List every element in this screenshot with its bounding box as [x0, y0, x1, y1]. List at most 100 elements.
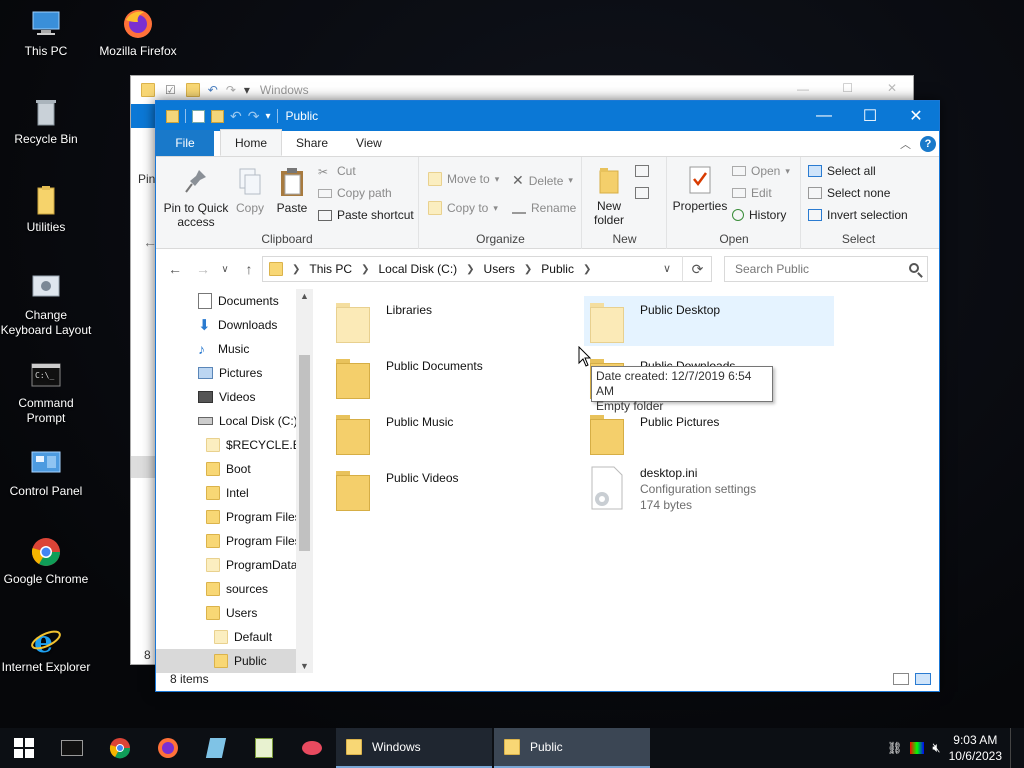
- show-desktop-button[interactable]: [1010, 728, 1014, 768]
- new-item-icon[interactable]: [635, 165, 649, 177]
- copy-button[interactable]: Copy: [232, 167, 268, 215]
- desktop-icon-change-keyboard-layout[interactable]: Change Keyboard Layout: [0, 272, 92, 338]
- maximize-icon[interactable]: ☐: [842, 81, 853, 95]
- nav-item-pictures[interactable]: Pictures: [198, 361, 262, 385]
- redo-icon[interactable]: ↷: [248, 108, 260, 125]
- desktop-icon-control-panel[interactable]: Control Panel: [0, 448, 92, 499]
- start-button[interactable]: [0, 728, 48, 768]
- close-icon[interactable]: ✕: [887, 81, 897, 95]
- select-none-button[interactable]: Select none: [808, 186, 890, 200]
- taskbar-window-public[interactable]: Public: [494, 728, 650, 768]
- nav-item-music[interactable]: ♪ Music: [198, 337, 249, 361]
- file-item-libraries[interactable]: Libraries: [336, 297, 432, 349]
- rename-button[interactable]: Rename: [512, 201, 576, 215]
- nav-item-downloads[interactable]: ⬇ Downloads: [198, 313, 277, 337]
- up-button[interactable]: ↑: [236, 249, 262, 289]
- volume-muted-icon[interactable]: 🔇︎: [932, 740, 940, 756]
- nav-item-documents[interactable]: Documents: [198, 289, 279, 313]
- tab-file[interactable]: File: [156, 130, 214, 156]
- nav-item-program-files[interactable]: Program Files: [206, 505, 301, 529]
- minimize-button[interactable]: —: [801, 101, 847, 131]
- properties-check-icon[interactable]: [192, 109, 205, 123]
- undo-icon[interactable]: ↶: [230, 108, 242, 125]
- new-folder-icon[interactable]: [211, 109, 224, 123]
- breadcrumb-local-disk[interactable]: Local Disk (C:) ❯: [378, 262, 483, 276]
- back-button[interactable]: ←: [162, 249, 188, 289]
- search-input[interactable]: Search Public: [724, 256, 928, 282]
- address-bar[interactable]: ❯ This PC ❯ Local Disk (C:) ❯ Users ❯ Publi…: [262, 256, 712, 282]
- forward-button[interactable]: →: [190, 249, 216, 289]
- address-dropdown-icon[interactable]: ∨: [663, 262, 671, 275]
- close-button[interactable]: ✕: [893, 101, 939, 131]
- explorer-window[interactable]: ↶ ↷ ▾ Public — ☐ ✕ File Home Share View …: [155, 100, 940, 692]
- nav-item-default[interactable]: Default: [214, 625, 272, 649]
- edit-button[interactable]: Edit: [732, 186, 772, 200]
- refresh-button[interactable]: ⟳: [682, 256, 712, 282]
- nav-item-program-files-x86[interactable]: Program Files: [206, 529, 301, 553]
- taskbar-app-6[interactable]: [288, 728, 336, 768]
- delete-button[interactable]: ✕ Delete ▾: [512, 172, 573, 189]
- tab-home[interactable]: Home: [220, 129, 283, 156]
- paste-button[interactable]: Paste: [272, 167, 312, 215]
- easy-access-icon[interactable]: [635, 187, 649, 199]
- titlebar[interactable]: ↶ ↷ ▾ Public — ☐ ✕: [156, 101, 939, 131]
- collapse-ribbon-icon[interactable]: ︿: [900, 136, 911, 152]
- taskbar-window-windows[interactable]: Windows: [336, 728, 492, 768]
- taskbar-firefox[interactable]: [144, 728, 192, 768]
- breadcrumb-public[interactable]: Public ❯: [541, 262, 600, 276]
- copy-path-button[interactable]: Copy path: [318, 186, 392, 200]
- desktop-icon-recycle-bin[interactable]: Recycle Bin: [0, 96, 92, 147]
- breadcrumb-this-pc[interactable]: This PC ❯: [309, 262, 378, 276]
- scrollbar-thumb[interactable]: [299, 355, 310, 551]
- file-item-public-videos[interactable]: Public Videos: [336, 465, 459, 517]
- paste-shortcut-button[interactable]: Paste shortcut: [318, 208, 414, 222]
- file-item-public-pictures[interactable]: Public Pictures: [590, 409, 719, 461]
- help-icon[interactable]: ?: [920, 136, 936, 152]
- open-button[interactable]: Open ▾: [732, 164, 790, 178]
- file-item-public-documents[interactable]: Public Documents: [336, 353, 483, 405]
- taskbar-app-4[interactable]: [192, 728, 240, 768]
- nav-item-local-disk[interactable]: Local Disk (C:): [198, 409, 298, 433]
- select-all-button[interactable]: Select all: [808, 164, 876, 178]
- desktop-icon-this-pc[interactable]: This PC: [0, 8, 92, 59]
- tab-view[interactable]: View: [342, 130, 396, 156]
- nav-item-intel[interactable]: Intel: [206, 481, 249, 505]
- history-button[interactable]: History: [732, 208, 786, 222]
- file-item-public-desktop[interactable]: Public Desktop: [590, 297, 720, 349]
- copy-to-button[interactable]: Copy to ▾: [428, 201, 498, 215]
- clock[interactable]: 9:03 AM 10/6/2023: [949, 732, 1002, 764]
- network-icon[interactable]: ⛓: [887, 741, 902, 755]
- taskbar-command-prompt[interactable]: [48, 728, 96, 768]
- nav-item-videos[interactable]: Videos: [198, 385, 255, 409]
- tab-share[interactable]: Share: [282, 130, 342, 156]
- breadcrumb-users[interactable]: Users ❯: [484, 262, 542, 276]
- desktop-icon-firefox[interactable]: Mozilla Firefox: [92, 8, 184, 59]
- taskbar-app-5[interactable]: [240, 728, 288, 768]
- invert-selection-button[interactable]: Invert selection: [808, 208, 908, 222]
- nav-item-programdata[interactable]: ProgramData: [206, 553, 297, 577]
- properties-button[interactable]: Properties: [670, 165, 730, 213]
- maximize-button[interactable]: ☐: [847, 101, 893, 131]
- minimize-icon[interactable]: —: [797, 82, 809, 96]
- details-view-icon[interactable]: [893, 673, 909, 685]
- desktop-icon-utilities[interactable]: Utilities: [0, 184, 92, 235]
- scroll-up-icon[interactable]: ▲: [300, 291, 309, 301]
- desktop-icon-chrome[interactable]: Google Chrome: [0, 536, 92, 587]
- customize-dropdown-icon[interactable]: ▾: [265, 111, 270, 122]
- nav-item-users[interactable]: Users: [206, 601, 257, 625]
- large-icons-view-icon[interactable]: [915, 673, 931, 685]
- cut-button[interactable]: ✂ Cut: [318, 164, 356, 179]
- taskbar-chrome[interactable]: [96, 728, 144, 768]
- new-folder-button[interactable]: New folder: [589, 165, 629, 227]
- file-item-public-music[interactable]: Public Music: [336, 409, 453, 461]
- recent-locations-button[interactable]: ∨: [216, 249, 234, 289]
- nav-item-boot[interactable]: Boot: [206, 457, 251, 481]
- nav-item-sources[interactable]: sources: [206, 577, 268, 601]
- pin-to-quick-access-button[interactable]: Pin to Quick access: [162, 167, 230, 229]
- move-to-button[interactable]: Move to ▾: [428, 172, 499, 186]
- desktop-icon-internet-explorer[interactable]: e Internet Explorer: [0, 624, 92, 675]
- nav-scrollbar[interactable]: ▲ ▼: [296, 289, 313, 673]
- display-icon[interactable]: [910, 742, 925, 754]
- file-item-desktop-ini[interactable]: desktop.ini Configuration settings 174 b…: [590, 465, 756, 521]
- desktop-icon-command-prompt[interactable]: C:\_ Command Prompt: [0, 360, 92, 426]
